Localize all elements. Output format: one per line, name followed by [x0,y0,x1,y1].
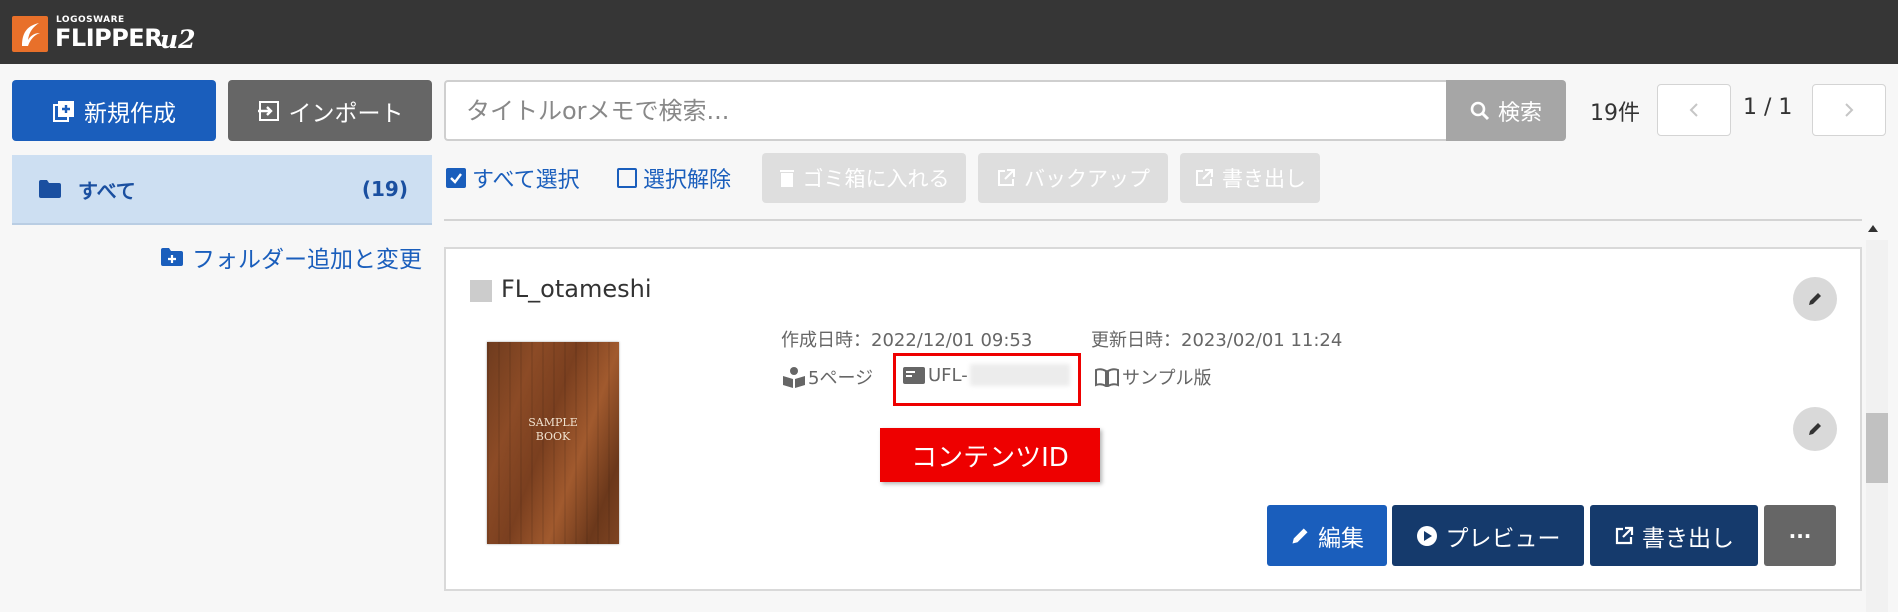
updated-datetime: 更新日時：2023/02/01 11:24 [1091,330,1343,351]
new-create-button[interactable]: 新規作成 [12,80,216,141]
edit-memo-button[interactable] [1793,407,1837,451]
open-book-icon [1095,368,1119,387]
pencil-icon [1809,293,1821,305]
page-count-label: 5ページ [808,368,874,389]
deselect-link[interactable]: 選択解除 [617,162,731,194]
external-link-icon [1615,526,1634,544]
trash-label: ゴミ箱に入れる [802,167,950,191]
book-thumbnail[interactable]: SAMPLE BOOK [487,342,619,544]
app-logo[interactable]: LOGOSWARE FLIPPER u2 [12,14,202,54]
content-id-highlight [893,353,1081,406]
edit-button[interactable]: 編集 [1267,505,1387,566]
next-page-button[interactable] [1812,84,1886,136]
pencil-icon [1809,423,1821,435]
deselect-label: 選択解除 [643,168,732,193]
folder-add-link[interactable]: フォルダー追加と変更 [160,240,422,274]
logo-product: FLIPPER [55,24,163,52]
sample-edition-label: サンプル版 [1122,368,1212,389]
created-datetime: 作成日時：2022/12/01 09:53 [781,330,1033,351]
logo-mark-icon [12,16,48,52]
thumbnail-title: SAMPLE BOOK [528,416,578,443]
scrollbar-thumb[interactable] [1866,413,1888,483]
chevron-left-icon [1689,103,1698,117]
callout-label: コンテンツID [911,442,1069,473]
bulk-export-button[interactable]: 書き出し [1180,153,1320,203]
item-title: FL_otameshi [501,275,652,303]
backup-button[interactable]: バックアップ [978,153,1168,203]
play-circle-icon [1416,525,1437,546]
prev-page-button[interactable] [1657,84,1731,136]
search-icon [1470,101,1490,120]
folder-add-icon [161,248,183,266]
page-indicator: 1 / 1 [1743,95,1793,120]
more-options-button[interactable]: ··· [1764,505,1836,566]
logo-version: u2 [160,25,196,54]
import-icon [257,100,279,121]
pencil-icon [1292,528,1308,543]
search-button[interactable]: 検索 [1446,80,1566,141]
app-header: LOGOSWARE FLIPPER u2 [0,0,1898,64]
folder-add-label: フォルダー追加と変更 [192,247,422,273]
sample-edition: サンプル版 [1094,364,1211,390]
backup-label: バックアップ [1024,167,1150,191]
export-label: 書き出し [1642,525,1734,552]
edit-label: 編集 [1318,525,1364,552]
preview-button[interactable]: プレビュー [1392,505,1584,566]
search-input[interactable] [444,80,1446,141]
select-all-link[interactable]: すべて選択 [446,162,580,194]
bulk-export-label: 書き出し [1222,167,1306,191]
new-create-label: 新規作成 [84,100,176,127]
checkbox-checked-icon [446,168,466,188]
preview-label: プレビュー [1445,525,1561,552]
scroll-up-icon[interactable] [1866,222,1880,236]
select-all-label: すべて選択 [472,168,580,193]
more-options-icon: ··· [1788,523,1812,548]
search-label: 検索 [1497,100,1542,126]
content-id-callout: コンテンツID [880,428,1100,482]
checkbox-empty-icon [617,168,637,188]
book-reader-icon [783,367,805,388]
folder-icon [39,180,61,198]
import-button[interactable]: インポート [228,80,432,141]
trash-button[interactable]: ゴミ箱に入れる [762,153,966,203]
item-checkbox[interactable] [470,280,492,302]
trash-icon [779,170,794,187]
sidebar-item-label: すべて [78,178,136,203]
external-link-icon [1196,169,1213,186]
sidebar-item-all[interactable]: すべて (19) [12,155,432,225]
sidebar-item-count: (19) [361,177,408,201]
result-count: 19件 [1590,101,1640,126]
add-document-icon [53,100,74,122]
export-button[interactable]: 書き出し [1590,505,1758,566]
list-top-divider [444,219,1862,221]
edit-title-button[interactable] [1793,277,1837,321]
page-count: 5ページ [782,364,873,390]
external-link-icon [998,169,1015,186]
import-label: インポート [288,100,404,127]
chevron-right-icon [1845,103,1854,117]
